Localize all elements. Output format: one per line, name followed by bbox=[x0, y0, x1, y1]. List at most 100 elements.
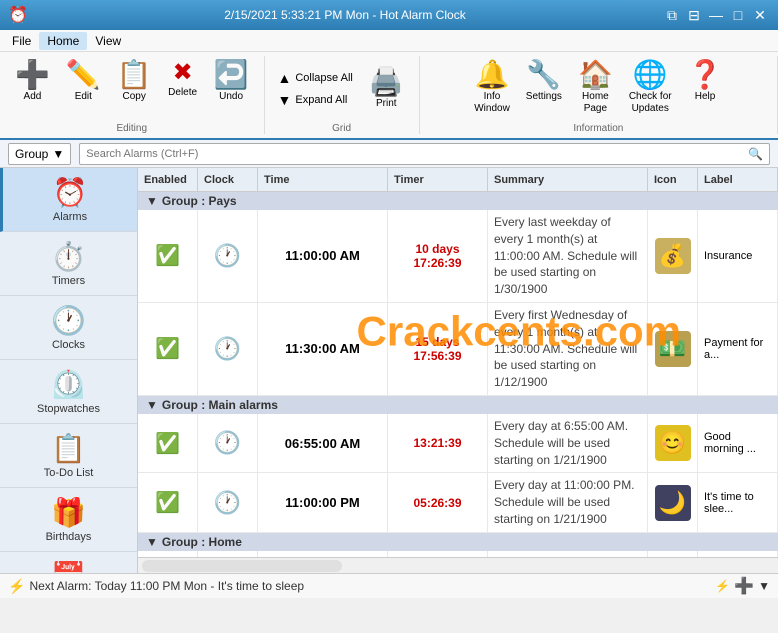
sidebar-item-calendar[interactable]: 📅 Calendar bbox=[0, 552, 137, 573]
sidebar-item-todo[interactable]: 📋 To-Do List bbox=[0, 424, 137, 488]
filter-icon: ▼ bbox=[52, 147, 64, 161]
timer-cell: 15 days 17:56:39 bbox=[388, 303, 488, 395]
timer-cell: 10 days 17:26:39 bbox=[388, 210, 488, 302]
delete-icon: ✖ bbox=[173, 61, 193, 85]
checkmark-icon: ✅ bbox=[155, 336, 180, 361]
group-selector[interactable]: Group ▼ bbox=[8, 143, 71, 165]
print-button[interactable]: 🖨️ Print bbox=[362, 63, 411, 115]
add-icon: ➕ bbox=[15, 61, 50, 89]
table-row[interactable]: ✅ 🕐 06:55:00 AM 13:21:39 Every day at 6:… bbox=[138, 414, 778, 473]
expand-all-button[interactable]: ▼ Expand All bbox=[273, 89, 358, 111]
undo-button[interactable]: ↩️ Undo bbox=[207, 56, 256, 108]
title-bar: ⏰ 2/15/2021 5:33:21 PM Mon - Hot Alarm C… bbox=[0, 0, 778, 30]
table-row[interactable]: ✅ 🕐 11:00:00 PM 05:26:39 Every day at 11… bbox=[138, 473, 778, 532]
ribbon-info-group: 🔔 InfoWindow 🔧 Settings 🏠 HomePage 🌐 Che… bbox=[420, 56, 778, 134]
th-enabled[interactable]: Enabled bbox=[138, 168, 198, 191]
group-label: Group bbox=[15, 147, 48, 161]
chevron-status-icon: ▼ bbox=[758, 579, 770, 593]
table-row[interactable]: ✅ 🕐 11:30:00 AM 15 days 17:56:39 Every f… bbox=[138, 303, 778, 396]
sidebar-item-timers[interactable]: ⏱️ Timers bbox=[0, 232, 137, 296]
time-cell: 11:30:00 AM bbox=[258, 303, 388, 395]
icon-cell: 🌙 bbox=[648, 473, 698, 531]
th-timer[interactable]: Timer bbox=[388, 168, 488, 191]
menu-home[interactable]: Home bbox=[39, 32, 87, 50]
time-cell: 11:00:00 AM bbox=[258, 210, 388, 302]
menu-file[interactable]: File bbox=[4, 32, 39, 50]
sidebar-item-alarms[interactable]: ⏰ Alarms bbox=[0, 168, 137, 232]
sidebar-item-stopwatches[interactable]: ⏲️ Stopwatches bbox=[0, 360, 137, 424]
info-window-button[interactable]: 🔔 InfoWindow bbox=[467, 56, 517, 120]
window-title: 2/15/2021 5:33:21 PM Mon - Hot Alarm Clo… bbox=[28, 8, 662, 22]
group-pays-header[interactable]: ▼ Group : Pays bbox=[138, 192, 778, 210]
group-collapse-icon: ▼ bbox=[146, 535, 158, 549]
editing-buttons: ➕ Add ✏️ Edit 📋 Copy ✖ Delete ↩️ Undo bbox=[8, 56, 256, 121]
edit-button[interactable]: ✏️ Edit bbox=[59, 56, 108, 108]
summary-cell: Every day at 6:55:00 AM. Schedule will b… bbox=[488, 414, 648, 472]
help-icon: ❓ bbox=[688, 61, 723, 89]
toolbar: Group ▼ 🔍 bbox=[0, 140, 778, 168]
sidebar-item-birthdays[interactable]: 🎁 Birthdays bbox=[0, 488, 137, 552]
label-cell: It's time to slee... bbox=[698, 473, 778, 531]
settings-button[interactable]: 🔧 Settings bbox=[519, 56, 569, 108]
clock-cell: 🕐 bbox=[198, 303, 258, 395]
title-bar-left: ⏰ bbox=[8, 5, 28, 25]
alarm-status-icon: ⚡ bbox=[8, 578, 25, 595]
sidebar: ⏰ Alarms ⏱️ Timers 🕐 Clocks ⏲️ Stopwatch… bbox=[0, 168, 138, 573]
editing-label: Editing bbox=[116, 123, 147, 134]
menu-view[interactable]: View bbox=[87, 32, 129, 50]
horizontal-scrollbar[interactable] bbox=[138, 557, 778, 573]
add-button[interactable]: ➕ Add bbox=[8, 56, 57, 108]
checkmark-icon: ✅ bbox=[155, 243, 180, 268]
window-btn2[interactable]: ⊟ bbox=[684, 5, 704, 25]
ribbon-editing-group: ➕ Add ✏️ Edit 📋 Copy ✖ Delete ↩️ Undo Ed… bbox=[0, 56, 265, 134]
birthdays-icon: 🎁 bbox=[51, 496, 86, 529]
close-btn[interactable]: ✕ bbox=[750, 5, 770, 25]
clock-cell: 🕐 bbox=[198, 473, 258, 531]
enabled-cell: ✅ bbox=[138, 473, 198, 531]
collapse-all-button[interactable]: ▲ Collapse All bbox=[273, 67, 358, 89]
scrollbar-thumb[interactable] bbox=[142, 560, 342, 572]
calendar-icon: 📅 bbox=[51, 560, 86, 573]
time-cell: 06:55:00 AM bbox=[258, 414, 388, 472]
th-icon[interactable]: Icon bbox=[648, 168, 698, 191]
th-label[interactable]: Label bbox=[698, 168, 778, 191]
ribbon: ➕ Add ✏️ Edit 📋 Copy ✖ Delete ↩️ Undo Ed… bbox=[0, 52, 778, 140]
copy-button[interactable]: 📋 Copy bbox=[110, 56, 159, 108]
th-clock[interactable]: Clock bbox=[198, 168, 258, 191]
th-time[interactable]: Time bbox=[258, 168, 388, 191]
print-icon: 🖨️ bbox=[369, 68, 404, 96]
delete-button[interactable]: ✖ Delete bbox=[161, 56, 205, 104]
search-icon: 🔍 bbox=[748, 147, 763, 161]
summary-cell: Every last weekday of every 1 month(s) a… bbox=[488, 210, 648, 302]
copy-icon: 📋 bbox=[117, 61, 152, 89]
restore-btn[interactable]: ⧉ bbox=[662, 5, 682, 25]
minimize-btn[interactable]: — bbox=[706, 5, 726, 25]
alarms-icon: ⏰ bbox=[53, 176, 88, 209]
help-button[interactable]: ❓ Help bbox=[681, 56, 730, 108]
enabled-cell: ✅ bbox=[138, 303, 198, 395]
clock-icon: 🕐 bbox=[214, 490, 241, 516]
content-area: Enabled Clock Time Timer Summary Icon La… bbox=[138, 168, 778, 573]
check-updates-button[interactable]: 🌐 Check forUpdates bbox=[622, 56, 679, 120]
maximize-btn[interactable]: □ bbox=[728, 5, 748, 25]
group-home-header[interactable]: ▼ Group : Home bbox=[138, 533, 778, 551]
info-buttons: 🔔 InfoWindow 🔧 Settings 🏠 HomePage 🌐 Che… bbox=[467, 56, 729, 121]
summary-cell: Every day at 11:00:00 PM. Schedule will … bbox=[488, 473, 648, 531]
clock-icon: 🕐 bbox=[214, 336, 241, 362]
th-summary[interactable]: Summary bbox=[488, 168, 648, 191]
sidebar-item-clocks[interactable]: 🕐 Clocks bbox=[0, 296, 137, 360]
group-main-header[interactable]: ▼ Group : Main alarms bbox=[138, 396, 778, 414]
menu-bar: File Home View bbox=[0, 30, 778, 52]
home-page-button[interactable]: 🏠 HomePage bbox=[571, 56, 620, 120]
alarm-icon-img: 🌙 bbox=[655, 485, 691, 521]
table-row[interactable]: ✅ 🕐 11:00:00 AM 10 days 17:26:39 Every l… bbox=[138, 210, 778, 303]
clock-icon: 🕐 bbox=[214, 243, 241, 269]
clock-cell: 🕐 bbox=[198, 414, 258, 472]
collapse-expand-group: ▲ Collapse All ▼ Expand All bbox=[273, 67, 358, 111]
globe-icon: 🌐 bbox=[633, 61, 668, 89]
app-icon: ⏰ bbox=[8, 5, 28, 25]
add-status-icon: ➕ bbox=[734, 576, 754, 596]
search-input[interactable] bbox=[86, 148, 744, 160]
icon-cell: 😊 bbox=[648, 414, 698, 472]
info-label: Information bbox=[573, 123, 623, 134]
